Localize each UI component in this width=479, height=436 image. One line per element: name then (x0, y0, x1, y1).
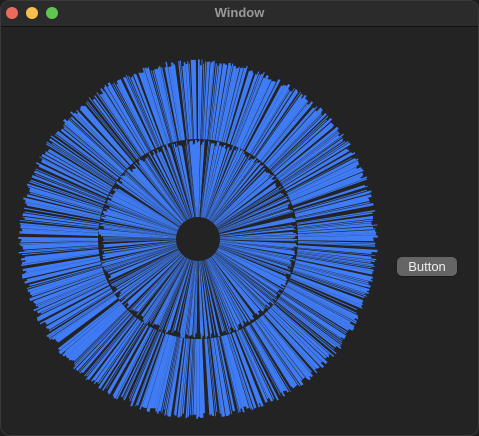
push-button[interactable]: Button (397, 257, 457, 276)
content-area: Button (1, 27, 478, 435)
window-title: Window (214, 5, 265, 20)
burst-wedge (18, 237, 99, 239)
radial-burst-graphic (18, 59, 378, 419)
center-hole (179, 220, 217, 258)
burst-wedge (204, 338, 213, 415)
title-bar[interactable]: Window (1, 1, 478, 27)
app-window: Window Button (0, 0, 479, 436)
